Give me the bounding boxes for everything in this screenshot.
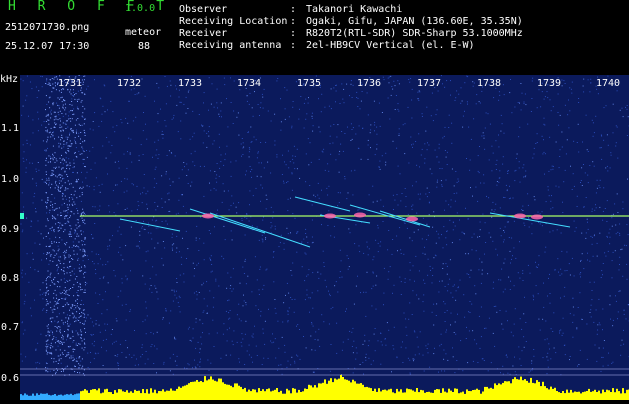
- info-value-observer: Takanori Kawachi: [306, 4, 402, 15]
- x-tick-label: 1735: [297, 79, 321, 89]
- meteor-echo: [202, 214, 214, 219]
- y-tick-label: 0.9: [1, 225, 19, 235]
- meteor-echo: [354, 213, 366, 218]
- x-tick-label: 1733: [178, 79, 202, 89]
- x-tick-label: 1738: [477, 79, 501, 89]
- carrier-marker: [20, 213, 24, 219]
- file-name: 2512071730.png: [5, 22, 89, 33]
- meteor-echo: [514, 214, 526, 219]
- y-tick-label: 0.7: [1, 323, 19, 333]
- x-tick-label: 1739: [537, 79, 561, 89]
- meteor-echo: [406, 217, 418, 222]
- info-label-location: Receiving Location: [179, 16, 287, 27]
- x-tick-label: 1736: [357, 79, 381, 89]
- spectrogram-plot: [20, 75, 629, 400]
- info-label-antenna: Receiving antenna: [179, 40, 281, 51]
- y-tick-label: 0.6: [1, 374, 19, 384]
- x-tick-label: 1734: [237, 79, 261, 89]
- info-colon: :: [290, 16, 296, 27]
- info-value-location: Ogaki, Gifu, JAPAN (136.60E, 35.35N): [306, 16, 523, 27]
- meteor-label: meteor: [125, 27, 161, 38]
- info-colon: :: [290, 28, 296, 39]
- info-label-observer: Observer: [179, 4, 227, 15]
- info-value-receiver: R820T2(RTL-SDR) SDR-Sharp 53.1000MHz: [306, 28, 523, 39]
- info-label-receiver: Receiver: [179, 28, 227, 39]
- x-tick-label: 1740: [596, 79, 620, 89]
- meteor-echo: [324, 214, 336, 219]
- info-colon: :: [290, 40, 296, 51]
- app-version: 1.0.0: [125, 3, 155, 14]
- spectrogram-canvas: [20, 75, 629, 400]
- x-tick-label: 1731: [58, 79, 82, 89]
- meteor-echo: [531, 215, 543, 220]
- x-tick-label: 1732: [117, 79, 141, 89]
- x-tick-label: 1737: [417, 79, 441, 89]
- y-tick-label: 0.8: [1, 274, 19, 284]
- info-colon: :: [290, 4, 296, 15]
- date-time: 25.12.07 17:30: [5, 41, 89, 52]
- y-axis-unit: kHz: [0, 74, 18, 85]
- y-tick-label: 1.0: [1, 175, 19, 185]
- header-panel: H R O F F T 1.0.0 2512071730.png meteor …: [0, 0, 629, 74]
- y-tick-label: 1.1: [1, 124, 19, 134]
- meteor-count: 88: [138, 41, 150, 52]
- spectrogram-background: [20, 75, 629, 400]
- info-value-antenna: 2el-HB9CV Vertical (el. E-W): [306, 40, 475, 51]
